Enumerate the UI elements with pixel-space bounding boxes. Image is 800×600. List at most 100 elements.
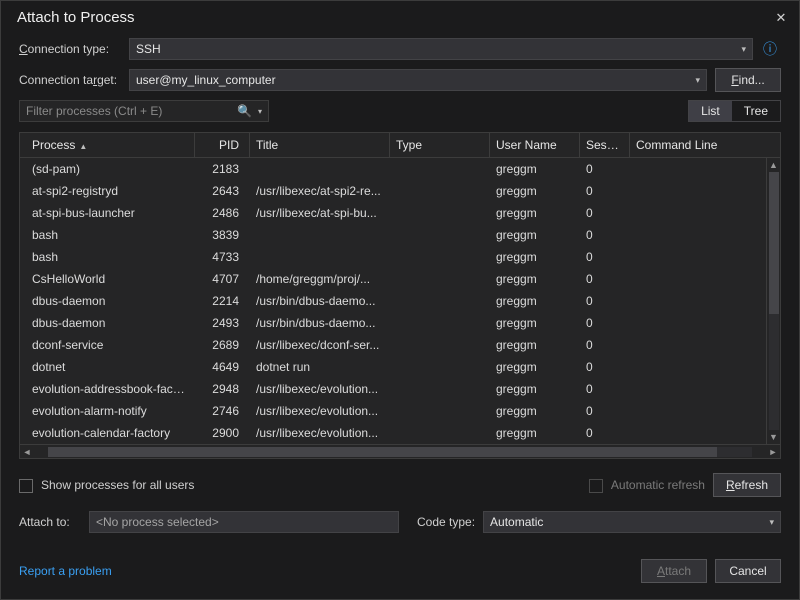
cell xyxy=(390,274,490,284)
chevron-down-icon[interactable]: ▾ xyxy=(258,107,262,116)
horizontal-scrollbar[interactable]: ◄ ► xyxy=(20,444,780,458)
col-title[interactable]: Title xyxy=(250,133,390,157)
scroll-right-icon[interactable]: ► xyxy=(766,447,780,457)
table-row[interactable]: evolution-calendar-factory2900/usr/libex… xyxy=(20,422,780,444)
attach-to-field[interactable]: <No process selected> xyxy=(89,511,399,533)
connection-target-combo[interactable]: user@my_linux_computer ▾ xyxy=(129,69,707,91)
cell xyxy=(630,208,780,218)
table-row[interactable]: at-spi2-registryd2643/usr/libexec/at-spi… xyxy=(20,180,780,202)
cell xyxy=(390,186,490,196)
cell xyxy=(390,296,490,306)
cell: at-spi-bus-launcher xyxy=(20,201,195,225)
cell: 0 xyxy=(580,223,630,247)
attach-button: Attach xyxy=(641,559,707,583)
process-table: Process▲ PID Title Type User Name Sessio… xyxy=(19,132,781,459)
cell xyxy=(630,296,780,306)
cell: 2214 xyxy=(195,289,250,313)
cell: 3839 xyxy=(195,223,250,247)
cell: greggm xyxy=(490,245,580,269)
cell: greggm xyxy=(490,289,580,313)
attach-to-label: Attach to: xyxy=(19,515,89,529)
cell: 2643 xyxy=(195,179,250,203)
cell: /usr/bin/dbus-daemo... xyxy=(250,311,390,335)
table-row[interactable]: bash4733greggm0 xyxy=(20,246,780,268)
table-row[interactable]: bash3839greggm0 xyxy=(20,224,780,246)
cell xyxy=(630,274,780,284)
col-pid[interactable]: PID xyxy=(195,133,250,157)
view-list-button[interactable]: List xyxy=(689,101,732,121)
cell: 0 xyxy=(580,201,630,225)
col-type[interactable]: Type xyxy=(390,133,490,157)
table-row[interactable]: evolution-addressbook-factory2948/usr/li… xyxy=(20,378,780,400)
code-type-combo[interactable]: Automatic ▾ xyxy=(483,511,781,533)
connection-target-value: user@my_linux_computer xyxy=(136,73,276,87)
cell: 4707 xyxy=(195,267,250,291)
cell: 0 xyxy=(580,355,630,379)
scroll-left-icon[interactable]: ◄ xyxy=(20,447,34,457)
scroll-thumb[interactable] xyxy=(769,172,779,314)
table-row[interactable]: dconf-service2689/usr/libexec/dconf-ser.… xyxy=(20,334,780,356)
cell: 0 xyxy=(580,311,630,335)
cell: greggm xyxy=(490,179,580,203)
col-process[interactable]: Process▲ xyxy=(20,133,195,157)
cancel-button[interactable]: Cancel xyxy=(715,559,781,583)
scroll-down-icon[interactable]: ▼ xyxy=(769,430,778,444)
cell: evolution-addressbook-factory xyxy=(20,377,195,401)
cell: dbus-daemon xyxy=(20,311,195,335)
show-all-users-checkbox[interactable] xyxy=(19,479,33,493)
cell xyxy=(390,406,490,416)
find-button[interactable]: Find... xyxy=(715,68,781,92)
attach-row: Attach to: <No process selected> Code ty… xyxy=(19,511,781,533)
cell xyxy=(630,340,780,350)
filter-input[interactable]: Filter processes (Ctrl + E) 🔍 ▾ xyxy=(19,100,269,122)
cell xyxy=(250,230,390,240)
col-session[interactable]: Session xyxy=(580,133,630,157)
auto-refresh-checkbox xyxy=(589,479,603,493)
scroll-thumb[interactable] xyxy=(48,447,717,457)
cell: 0 xyxy=(580,245,630,269)
cell: greggm xyxy=(490,421,580,444)
scroll-up-icon[interactable]: ▲ xyxy=(769,158,778,172)
connection-target-label: Connection target: xyxy=(19,73,129,87)
cell: 4733 xyxy=(195,245,250,269)
table-row[interactable]: at-spi-bus-launcher2486/usr/libexec/at-s… xyxy=(20,202,780,224)
cell: greggm xyxy=(490,223,580,247)
cell: 0 xyxy=(580,333,630,357)
cell: greggm xyxy=(490,201,580,225)
info-icon[interactable]: ⓘ xyxy=(759,39,781,59)
close-icon[interactable]: ✕ xyxy=(773,10,789,26)
connection-type-combo[interactable]: SSH ▾ xyxy=(129,38,753,60)
col-cmd[interactable]: Command Line xyxy=(630,133,766,157)
report-problem-link[interactable]: Report a problem xyxy=(19,564,112,578)
cell xyxy=(250,164,390,174)
vertical-scrollbar[interactable]: ▲ ▼ xyxy=(766,158,780,444)
cell: greggm xyxy=(490,333,580,357)
cell: 2900 xyxy=(195,421,250,444)
cell: dotnet xyxy=(20,355,195,379)
connection-target-row: Connection target: user@my_linux_compute… xyxy=(19,68,781,92)
table-row[interactable]: dbus-daemon2214/usr/bin/dbus-daemo...gre… xyxy=(20,290,780,312)
code-type-label: Code type: xyxy=(417,515,475,529)
cell xyxy=(630,318,780,328)
view-tree-button[interactable]: Tree xyxy=(732,101,780,121)
cell: 0 xyxy=(580,399,630,423)
footer: Report a problem Attach Cancel xyxy=(19,559,781,583)
filter-row: Filter processes (Ctrl + E) 🔍 ▾ List Tre… xyxy=(19,100,781,122)
table-row[interactable]: dbus-daemon2493/usr/bin/dbus-daemo...gre… xyxy=(20,312,780,334)
table-row[interactable]: dotnet4649dotnet rungreggm0 xyxy=(20,356,780,378)
cell xyxy=(630,362,780,372)
filter-placeholder: Filter processes (Ctrl + E) xyxy=(26,104,162,118)
cell: greggm xyxy=(490,267,580,291)
table-row[interactable]: CsHelloWorld4707/home/greggm/proj/...gre… xyxy=(20,268,780,290)
cell: 0 xyxy=(580,179,630,203)
table-row[interactable]: (sd-pam)2183greggm0 xyxy=(20,158,780,180)
table-row[interactable]: evolution-alarm-notify2746/usr/libexec/e… xyxy=(20,400,780,422)
connection-type-label: Connection type: xyxy=(19,42,129,56)
col-user[interactable]: User Name xyxy=(490,133,580,157)
chevron-down-icon: ▾ xyxy=(695,75,700,86)
cell: 0 xyxy=(580,289,630,313)
cell: greggm xyxy=(490,158,580,181)
cell xyxy=(630,186,780,196)
attach-to-process-dialog: Attach to Process ✕ Connection type: SSH… xyxy=(0,0,800,600)
refresh-button[interactable]: Refresh xyxy=(713,473,781,497)
